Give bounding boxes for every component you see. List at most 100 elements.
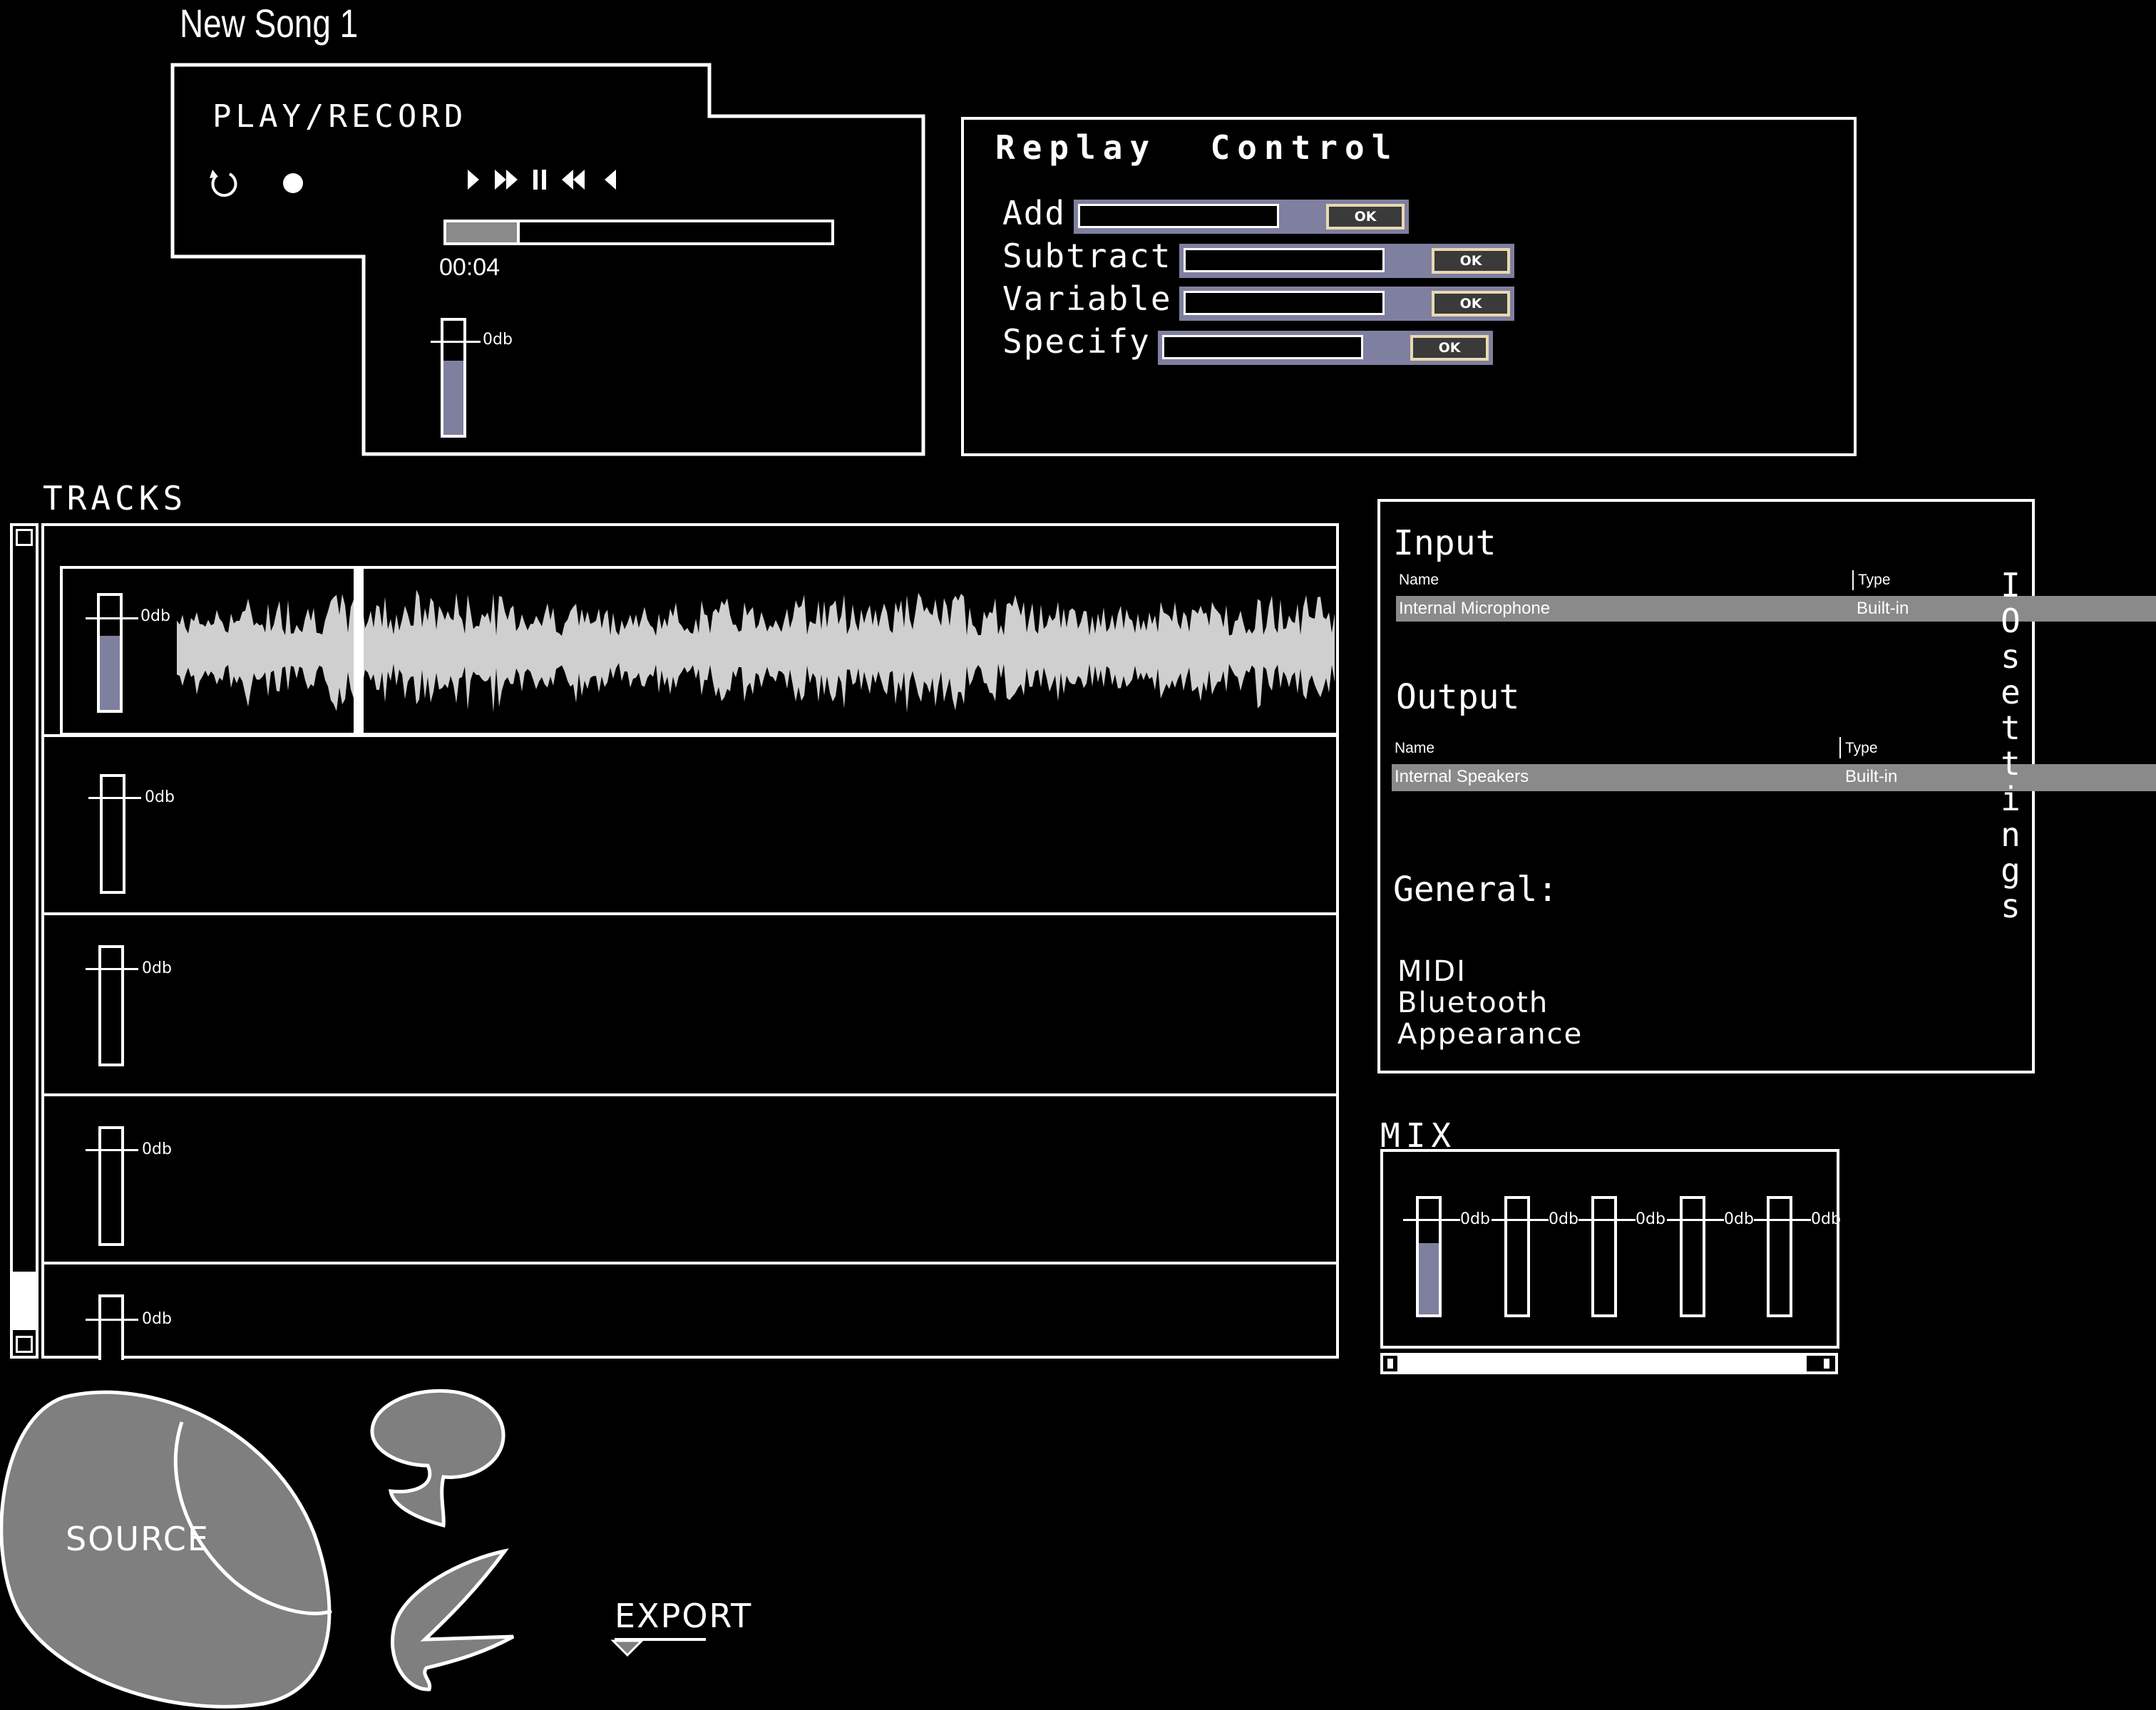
export-label: EXPORT — [615, 1597, 753, 1635]
replay-variable-ok-button[interactable]: OK — [1432, 291, 1510, 316]
play-icon[interactable] — [468, 170, 479, 190]
tracks-title: TRACKS — [43, 479, 188, 517]
track-1-waveform[interactable] — [177, 569, 1336, 734]
io-general-heading: General: — [1393, 870, 1559, 910]
mix-channel-2-label: 0db — [1549, 1210, 1578, 1228]
track-2-fader-marker — [88, 797, 141, 799]
mix-channel-1-fader[interactable] — [1416, 1196, 1442, 1317]
track-3-fader[interactable] — [98, 945, 124, 1066]
mix-channel-1-level — [1419, 1242, 1439, 1314]
io-input-device-name: Internal Microphone — [1399, 599, 1551, 618]
mix-channel-3-fader[interactable] — [1591, 1196, 1617, 1317]
transport-controls — [468, 170, 616, 190]
replay-subtract-label: Subtract — [1002, 237, 1172, 275]
export-arrow-icon — [610, 1639, 645, 1657]
replay-variable-input[interactable] — [1184, 291, 1385, 315]
io-general-bluetooth[interactable]: Bluetooth — [1397, 987, 1549, 1019]
step-back-icon[interactable] — [605, 170, 616, 190]
source-label: SOURCE — [66, 1520, 210, 1558]
track-4-fader[interactable] — [98, 1126, 124, 1246]
export-button[interactable]: EXPORT — [615, 1591, 751, 1641]
track-3-label: 0db — [142, 959, 172, 977]
replay-specify-ok-button[interactable]: OK — [1410, 335, 1489, 361]
speech-bubble-shape[interactable] — [365, 1387, 508, 1530]
io-settings-vertical-title: IO settings — [2001, 566, 2021, 925]
loop-icon[interactable] — [208, 165, 240, 200]
io-input-heading: Input — [1393, 523, 1497, 563]
replay-add-label: Add — [1002, 194, 1067, 232]
master-volume-level — [443, 361, 463, 435]
io-input-col-name: Name — [1399, 572, 1439, 588]
replay-add-input[interactable] — [1078, 204, 1279, 228]
mix-scrollbar[interactable] — [1380, 1353, 1838, 1374]
io-output-row[interactable]: Internal Speakers Built-in — [1392, 764, 2156, 791]
mix-scroll-thumb[interactable] — [1397, 1356, 1807, 1371]
mix-channel-4-label: 0db — [1724, 1210, 1754, 1228]
track-2-fader[interactable] — [100, 774, 125, 894]
track-2-label: 0db — [145, 788, 175, 806]
playhead[interactable] — [354, 569, 364, 734]
mix-channel-3-label: 0db — [1636, 1210, 1665, 1228]
mix-channel-2-fader[interactable] — [1504, 1196, 1530, 1317]
replay-add-ok-button[interactable]: OK — [1326, 204, 1405, 230]
mix-channel-1-marker — [1403, 1219, 1460, 1221]
replay-specify-label: Specify — [1002, 322, 1151, 361]
replay-control-title: Replay Control — [995, 128, 1399, 167]
master-volume-label: 0db — [483, 331, 513, 349]
track-separator — [41, 734, 1339, 737]
track-5-label: 0db — [142, 1310, 172, 1328]
track-separator — [41, 912, 1339, 915]
track-1-fader-marker — [86, 617, 138, 619]
mix-channel-3-marker — [1578, 1219, 1636, 1221]
mix-channel-5-label: 0db — [1811, 1210, 1841, 1228]
replay-specify-input[interactable] — [1162, 335, 1363, 359]
io-input-col-divider — [1852, 570, 1854, 590]
progress-fill — [446, 222, 520, 242]
mix-channel-4-fader[interactable] — [1680, 1196, 1705, 1317]
crescent-shape[interactable] — [385, 1545, 528, 1695]
track-3-fader-marker — [86, 968, 138, 970]
track-4-fader-marker — [86, 1149, 138, 1151]
io-output-device-name: Internal Speakers — [1395, 767, 1529, 786]
scroll-up-arrow[interactable] — [16, 529, 33, 546]
io-output-col-name: Name — [1395, 740, 1435, 756]
track-1-fader[interactable] — [97, 593, 123, 713]
replay-variable-label: Variable — [1002, 279, 1172, 318]
play-record-title: PLAY/RECORD — [212, 98, 468, 135]
mix-channel-2-marker — [1492, 1219, 1549, 1221]
rewind-icon[interactable] — [562, 170, 585, 190]
io-general-appearance[interactable]: Appearance — [1397, 1018, 1583, 1051]
io-output-col-type: Type — [1845, 740, 1878, 756]
replay-subtract-ok-button[interactable]: OK — [1432, 248, 1510, 274]
tracks-scrollbar[interactable] — [10, 523, 38, 1359]
replay-subtract-input[interactable] — [1184, 248, 1385, 272]
track-5-fader[interactable] — [98, 1294, 124, 1360]
scroll-thumb[interactable] — [13, 1272, 36, 1330]
mix-channel-5-fader[interactable] — [1767, 1196, 1792, 1317]
master-fader-marker — [431, 341, 481, 343]
track-4-label: 0db — [142, 1140, 172, 1158]
master-volume-fader[interactable] — [441, 318, 466, 438]
track-5-fader-marker — [86, 1319, 138, 1321]
track-1-level — [100, 636, 120, 710]
io-input-col-type: Type — [1858, 572, 1891, 588]
playback-time: 00:04 — [439, 254, 500, 281]
record-icon[interactable] — [281, 171, 305, 195]
mix-scroll-left-arrow[interactable] — [1387, 1359, 1393, 1369]
io-input-row[interactable]: Internal Microphone Built-in — [1396, 596, 2156, 622]
track-separator — [41, 1093, 1339, 1096]
track-separator — [41, 1262, 1339, 1265]
io-general-midi[interactable]: MIDI — [1397, 955, 1467, 988]
io-output-heading: Output — [1396, 677, 1520, 717]
mix-channel-5-marker — [1754, 1219, 1811, 1221]
mix-channel-4-marker — [1667, 1219, 1724, 1221]
io-input-device-type: Built-in — [1857, 599, 1909, 618]
mix-scroll-right-arrow[interactable] — [1824, 1359, 1829, 1369]
io-output-device-type: Built-in — [1845, 767, 1898, 786]
scroll-down-arrow[interactable] — [16, 1336, 33, 1353]
mix-channel-1-label: 0db — [1460, 1210, 1490, 1228]
fast-forward-icon[interactable] — [495, 170, 518, 190]
pause-icon[interactable] — [533, 170, 546, 190]
io-output-col-divider — [1839, 737, 1841, 758]
playback-progress-bar[interactable] — [443, 220, 834, 245]
